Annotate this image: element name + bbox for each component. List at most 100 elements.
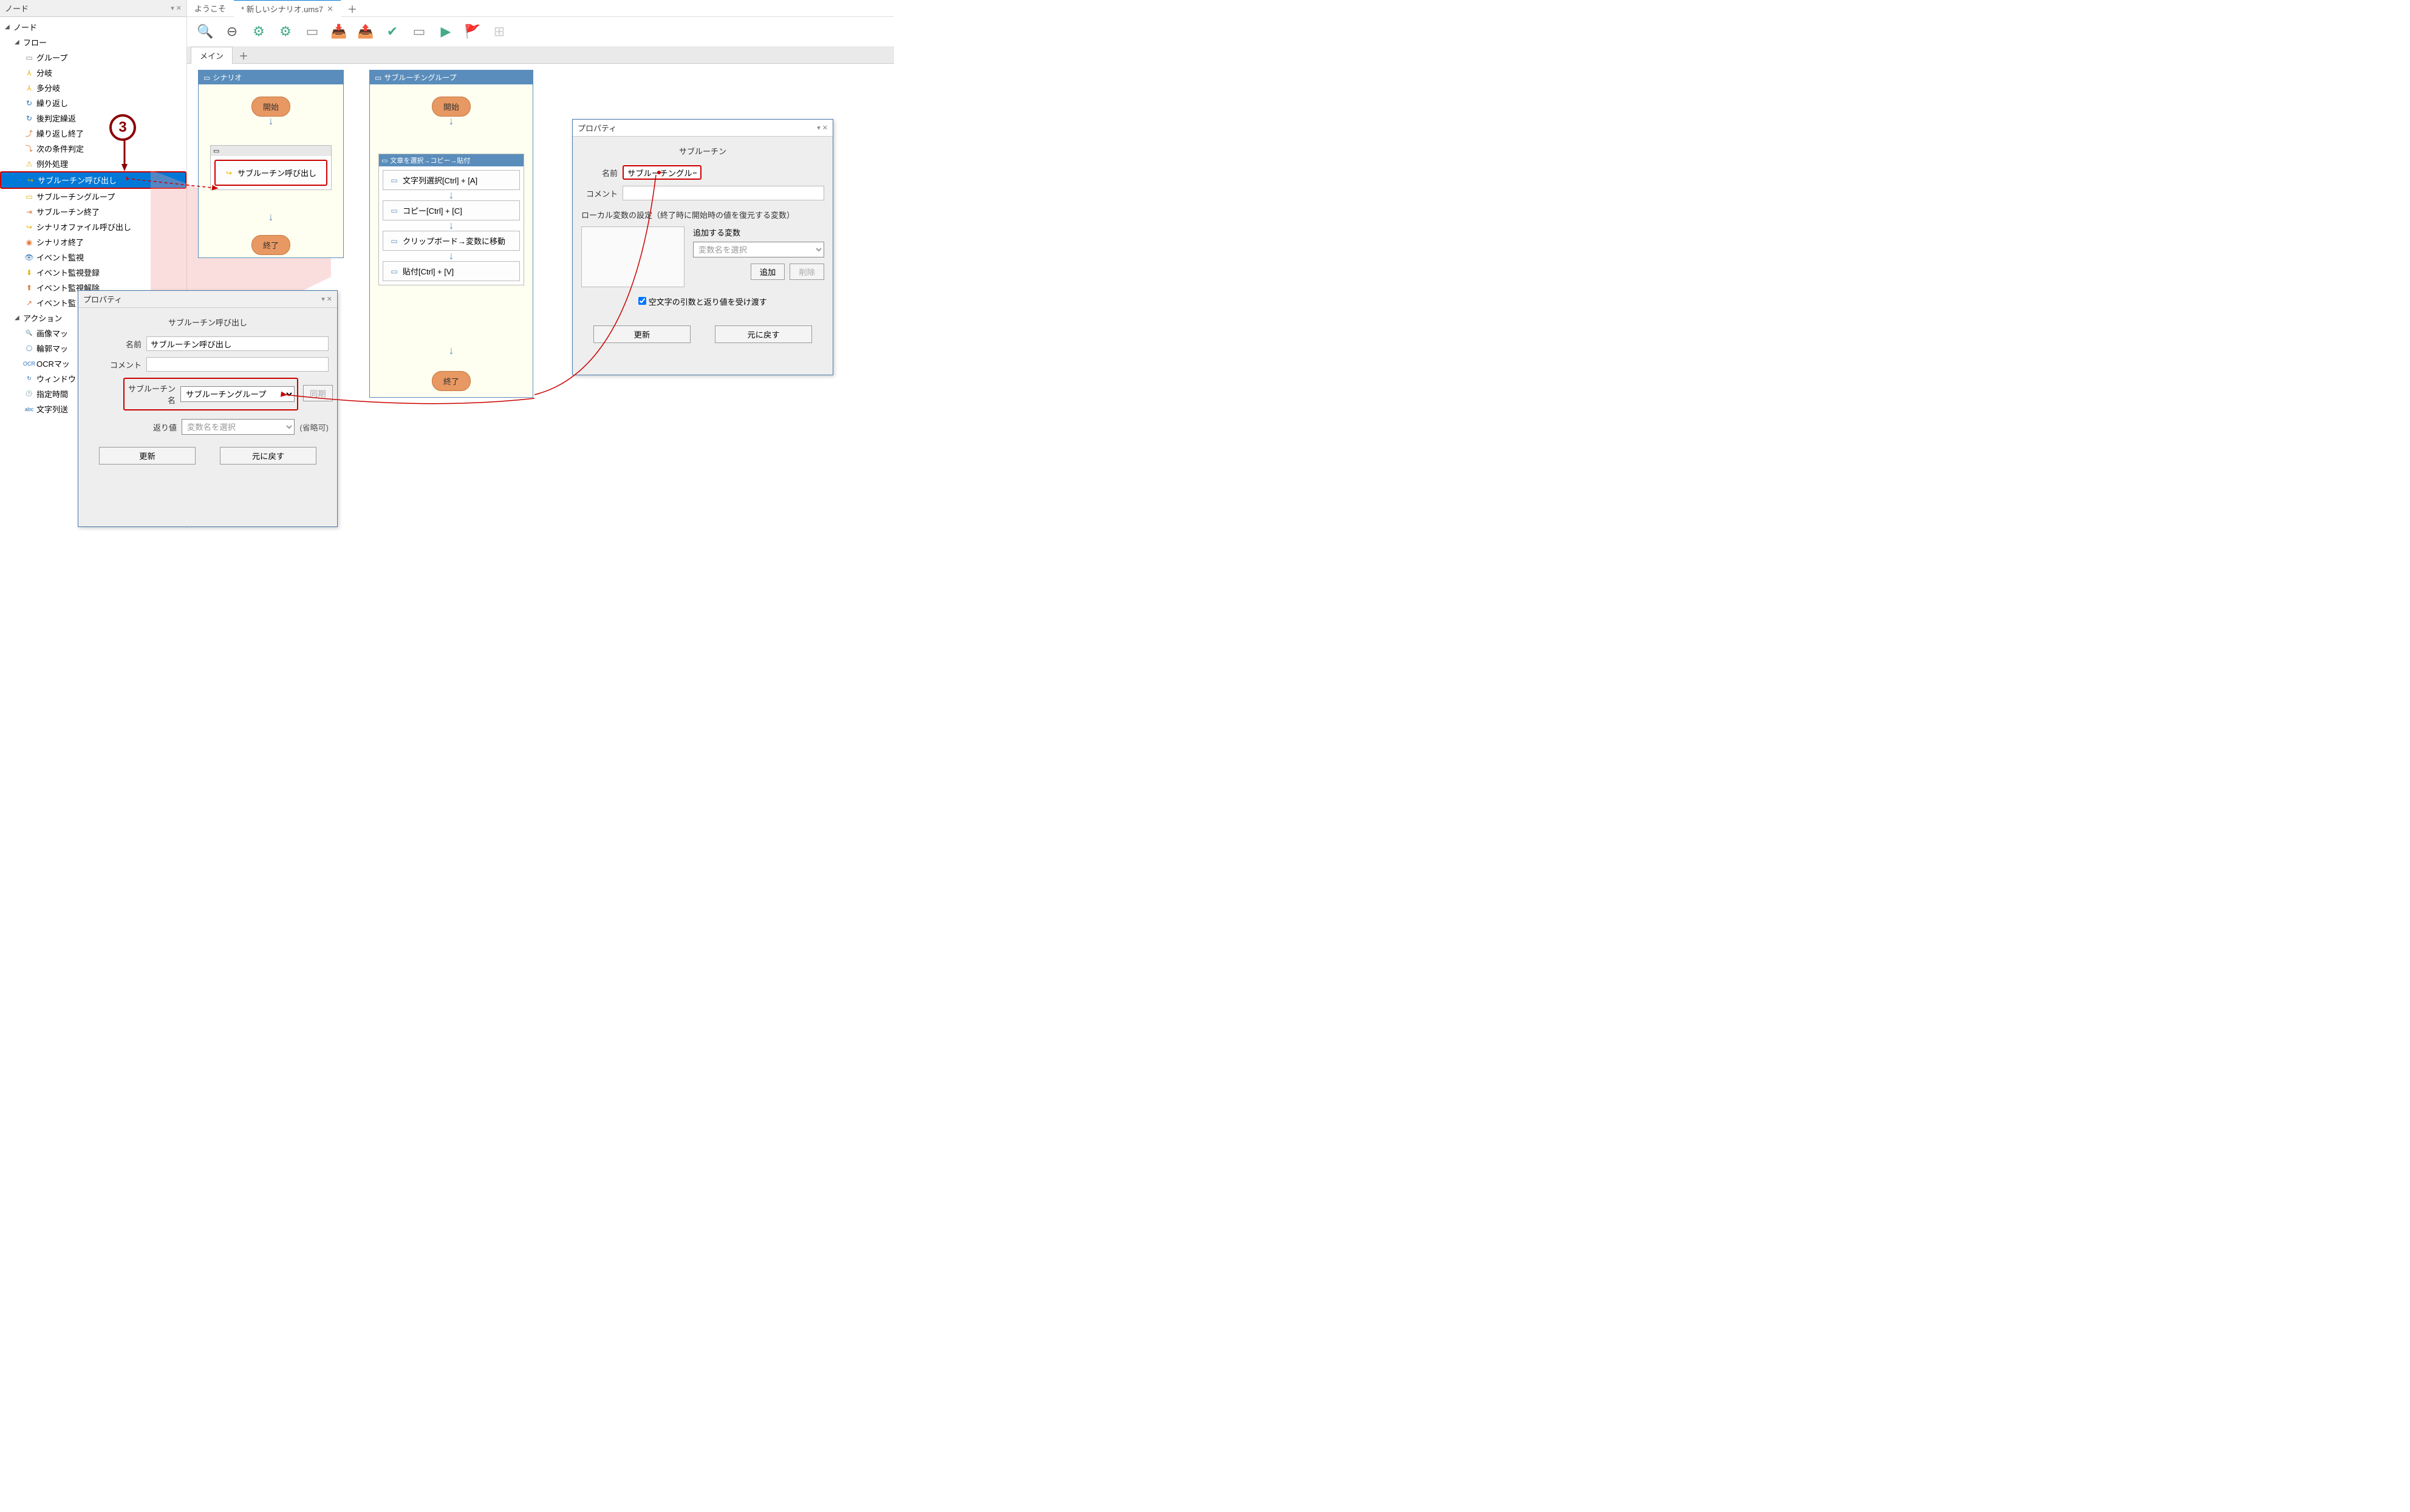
tool-window-icon[interactable]: ▭ bbox=[302, 22, 322, 41]
update-button[interactable]: 更新 bbox=[99, 447, 196, 465]
tool-play-icon[interactable]: ▶ bbox=[436, 22, 456, 41]
tree-flow-item[interactable]: ⅄多分岐 bbox=[0, 80, 186, 95]
prop-left-header: プロパティ ▾ ✕ bbox=[78, 291, 337, 308]
node-icon: 👁 bbox=[24, 253, 34, 262]
add-button[interactable]: 追加 bbox=[751, 264, 785, 280]
localvar-heading: ローカル変数の設定（終了時に開始時の値を復元する変数） bbox=[581, 209, 824, 220]
subtab-add[interactable]: ＋ bbox=[233, 46, 254, 65]
node-icon: ↗ bbox=[24, 298, 34, 308]
tree-flow-item[interactable]: ⚠例外処理 bbox=[0, 156, 186, 171]
node-icon: ⤵ bbox=[24, 144, 34, 154]
subname-select[interactable]: サブルーチングループ bbox=[180, 386, 295, 402]
step-icon: ▭ bbox=[389, 206, 399, 216]
tool-gear-icon[interactable]: ⚙ bbox=[249, 22, 268, 41]
tree-flow-item[interactable]: ↻繰り返し bbox=[0, 95, 186, 111]
localvar-list[interactable] bbox=[581, 226, 684, 287]
node-icon: ↻ bbox=[24, 374, 34, 384]
node-icon: ↪ bbox=[26, 175, 35, 185]
panel-controls[interactable]: ▾ ✕ bbox=[171, 4, 182, 12]
arrow-icon: ↓ bbox=[383, 189, 520, 202]
tree-flow-item[interactable]: ↻後判定繰返 bbox=[0, 111, 186, 126]
scenario-group[interactable]: ▭シナリオ 開始 ↓ ▭ ↪ サブルーチン呼び出し ↓ 終了 bbox=[198, 70, 344, 258]
tab-add[interactable]: ＋ bbox=[341, 0, 363, 18]
empty-args-checkbox-row[interactable]: 空文字の引数と返り値を受け渡す bbox=[638, 298, 767, 307]
tool-import-icon[interactable]: 📥 bbox=[329, 22, 349, 41]
subtab-main[interactable]: メイン bbox=[191, 47, 233, 64]
addvar-select[interactable]: 変数名を選択 bbox=[693, 242, 824, 257]
arrow-icon: ↓ bbox=[268, 115, 274, 128]
node-panel-header: ノード ▾ ✕ bbox=[0, 0, 186, 17]
node-icon: ◉ bbox=[24, 237, 34, 247]
return-label: 返り値 bbox=[87, 421, 177, 433]
node-icon: 🕐 bbox=[24, 389, 34, 399]
revert-button[interactable]: 元に戻す bbox=[715, 325, 812, 343]
tool-check-icon[interactable]: ✔ bbox=[383, 22, 402, 41]
node-icon: ▭ bbox=[24, 53, 34, 63]
node-icon: ↻ bbox=[24, 114, 34, 123]
tree-root[interactable]: ◢ノード bbox=[0, 19, 186, 35]
step-icon: ▭ bbox=[389, 175, 399, 185]
tool-grid-icon[interactable]: ⊞ bbox=[490, 22, 509, 41]
subroutine-call-node[interactable]: ↪ サブルーチン呼び出し bbox=[214, 160, 327, 186]
flow-step-node[interactable]: ▭貼付[Ctrl] + [V] bbox=[383, 261, 520, 281]
panel-controls[interactable]: ▾ ✕ bbox=[321, 295, 332, 303]
node-icon: 🔍 bbox=[24, 329, 34, 338]
node-icon: ⬇ bbox=[24, 268, 34, 278]
step-icon: ▭ bbox=[389, 267, 399, 276]
comment-input[interactable] bbox=[623, 186, 824, 200]
return-note: (省略可) bbox=[299, 421, 329, 433]
tool-page-icon[interactable]: ▭ bbox=[409, 22, 429, 41]
comment-label: コメント bbox=[87, 359, 142, 370]
subroutine-group[interactable]: ▭サブルーチングループ 開始 ↓ ▭文章を選択→コピー→貼付 ▭文字列選択[Ct… bbox=[369, 70, 533, 398]
revert-button[interactable]: 元に戻す bbox=[220, 447, 316, 465]
return-select[interactable]: 変数名を選択 bbox=[182, 419, 295, 435]
tool-flag-icon[interactable]: 🚩 bbox=[463, 22, 482, 41]
end-node[interactable]: 終了 bbox=[251, 235, 290, 255]
panel-controls[interactable]: ▾ ✕ bbox=[817, 124, 828, 132]
subroutine-inner-box[interactable]: ▭文章を選択→コピー→貼付 ▭文字列選択[Ctrl] + [A]↓▭コピー[Ct… bbox=[378, 154, 524, 285]
flow-step-node[interactable]: ▭文字列選択[Ctrl] + [A] bbox=[383, 170, 520, 190]
comment-label: コメント bbox=[581, 188, 618, 199]
zoom-in-icon[interactable]: 🔍 bbox=[196, 22, 215, 41]
flow-step-node[interactable]: ▭クリップボード→変数に移動 bbox=[383, 231, 520, 251]
node-icon: ⅄ bbox=[24, 83, 34, 93]
node-icon: abc bbox=[24, 404, 34, 414]
comment-input[interactable] bbox=[146, 357, 329, 372]
tree-flow[interactable]: ◢フロー bbox=[0, 35, 186, 50]
document-tabs: ようこそ * 新しいシナリオ.ums7✕ ＋ bbox=[187, 0, 894, 17]
sync-button[interactable]: 同期 bbox=[303, 385, 333, 401]
node-icon: ⚠ bbox=[24, 159, 34, 169]
tree-flow-item[interactable]: ⤴繰り返し終了 bbox=[0, 126, 186, 141]
tab-welcome[interactable]: ようこそ bbox=[187, 0, 234, 16]
node-icon: OCR bbox=[24, 359, 34, 369]
tool-export-icon[interactable]: 📤 bbox=[356, 22, 375, 41]
name-input[interactable] bbox=[623, 165, 701, 180]
subroutine-call-icon: ↪ bbox=[224, 168, 234, 178]
start-node[interactable]: 開始 bbox=[251, 97, 290, 117]
close-icon[interactable]: ✕ bbox=[327, 4, 333, 14]
tree-flow-item[interactable]: ▭グループ bbox=[0, 50, 186, 65]
tool-settings-icon[interactable]: ⚙ bbox=[276, 22, 295, 41]
delete-button[interactable]: 削除 bbox=[790, 264, 824, 280]
subtabs: メイン ＋ bbox=[187, 47, 894, 64]
start-node[interactable]: 開始 bbox=[432, 97, 471, 117]
node-icon: ▭ bbox=[24, 192, 34, 202]
tree-flow-item[interactable]: ⅄分岐 bbox=[0, 65, 186, 80]
node-icon: ↻ bbox=[24, 98, 34, 108]
node-icon: ◯ bbox=[24, 344, 34, 353]
subname-label: サブルーチン名 bbox=[127, 383, 176, 406]
zoom-out-icon[interactable]: ⊖ bbox=[222, 22, 242, 41]
scenario-inner-box[interactable]: ▭ ↪ サブルーチン呼び出し bbox=[210, 145, 332, 190]
name-input[interactable] bbox=[146, 336, 329, 351]
end-node[interactable]: 終了 bbox=[432, 371, 471, 391]
node-icon: ↪ bbox=[24, 222, 34, 232]
addvar-label: 追加する変数 bbox=[693, 226, 824, 238]
empty-args-checkbox[interactable] bbox=[638, 297, 646, 305]
flow-step-node[interactable]: ▭コピー[Ctrl] + [C] bbox=[383, 200, 520, 220]
tab-scenario[interactable]: * 新しいシナリオ.ums7✕ bbox=[234, 0, 341, 17]
property-panel-left: プロパティ ▾ ✕ サブルーチン呼び出し 名前 コメント サブルーチン名 サブル… bbox=[78, 290, 338, 527]
update-button[interactable]: 更新 bbox=[593, 325, 691, 343]
tree-flow-item[interactable]: ⤵次の条件判定 bbox=[0, 141, 186, 156]
step-icon: ▭ bbox=[389, 236, 399, 246]
node-icon: ⅄ bbox=[24, 68, 34, 78]
